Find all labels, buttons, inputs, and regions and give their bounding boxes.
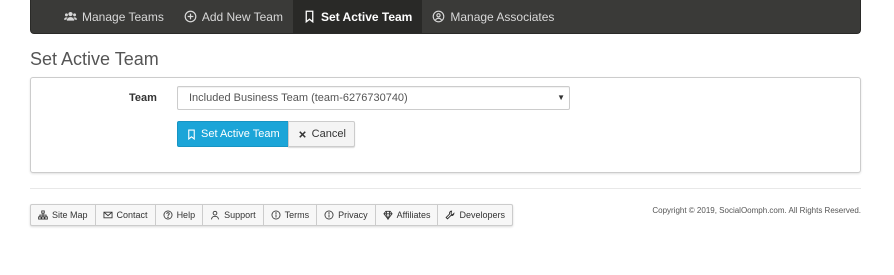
footer-link-label: Help: [176, 210, 196, 220]
page-title: Set Active Team: [30, 49, 159, 69]
user-circle-icon: [433, 10, 445, 23]
footer-links: Site Map Contact Help Support Terms Priv…: [30, 204, 514, 226]
sitemap-icon: [38, 210, 48, 220]
diamond-icon: [383, 210, 393, 220]
form-actions: Set Active Team Cancel: [177, 121, 355, 147]
nav-label: Manage Associates: [450, 9, 555, 24]
info-circle-icon: [271, 210, 281, 220]
user-icon: [211, 210, 219, 220]
envelope-icon: [103, 211, 113, 219]
cancel-button[interactable]: Cancel: [287, 121, 355, 147]
footer-link-privacy[interactable]: Privacy: [317, 205, 376, 225]
footer-divider: [30, 188, 861, 189]
copyright-text: Copyright © 2019, SocialOomph.com. All R…: [652, 206, 861, 215]
set-active-team-button[interactable]: Set Active Team: [177, 121, 289, 147]
team-select-value: Included Business Team (team-6276730740): [189, 92, 408, 104]
nav-manage-teams[interactable]: Manage Teams: [54, 0, 174, 33]
footer-link-terms[interactable]: Terms: [264, 205, 318, 225]
users-icon: [64, 11, 77, 21]
caret-down-icon: ▼: [557, 93, 565, 102]
bookmark-icon: [305, 10, 314, 23]
nav-label: Add New Team: [201, 9, 283, 24]
nav-add-new-team[interactable]: Add New Team: [174, 0, 293, 33]
nav-set-active-team[interactable]: Set Active Team: [292, 0, 423, 33]
top-nav: Manage Teams Add New Team Set Active Tea…: [30, 0, 861, 34]
footer-link-help[interactable]: Help: [156, 205, 204, 225]
wrench-icon: [445, 210, 455, 220]
close-icon: [298, 130, 306, 138]
footer-link-label: Privacy: [338, 210, 368, 220]
footer-link-developers[interactable]: Developers: [438, 205, 512, 225]
footer-link-label: Contact: [116, 210, 148, 220]
info-circle-icon: [324, 210, 334, 220]
team-select[interactable]: Included Business Team (team-6276730740)…: [177, 86, 570, 110]
plus-circle-icon: [184, 10, 197, 23]
nav-label: Set Active Team: [320, 9, 413, 24]
nav-manage-associates[interactable]: Manage Associates: [422, 0, 564, 33]
footer-link-contact[interactable]: Contact: [96, 205, 156, 225]
footer-link-label: Developers: [459, 210, 506, 220]
team-label: Team: [129, 92, 157, 104]
set-active-team-button-label: Set Active Team: [201, 128, 280, 140]
form-panel: Team Included Business Team (team-627673…: [30, 77, 861, 173]
footer-link-label: Support: [224, 210, 256, 220]
nav-label: Manage Teams: [82, 9, 164, 24]
footer-link-label: Affiliates: [396, 210, 431, 220]
footer-link-support[interactable]: Support: [203, 205, 264, 225]
footer-link-site-map[interactable]: Site Map: [31, 205, 96, 225]
footer-link-label: Terms: [284, 210, 310, 220]
bookmark-icon: [188, 128, 195, 140]
question-circle-icon: [163, 210, 173, 220]
cancel-button-label: Cancel: [311, 128, 346, 140]
footer-link-label: Site Map: [52, 210, 88, 220]
footer-link-affiliates[interactable]: Affiliates: [376, 205, 439, 225]
